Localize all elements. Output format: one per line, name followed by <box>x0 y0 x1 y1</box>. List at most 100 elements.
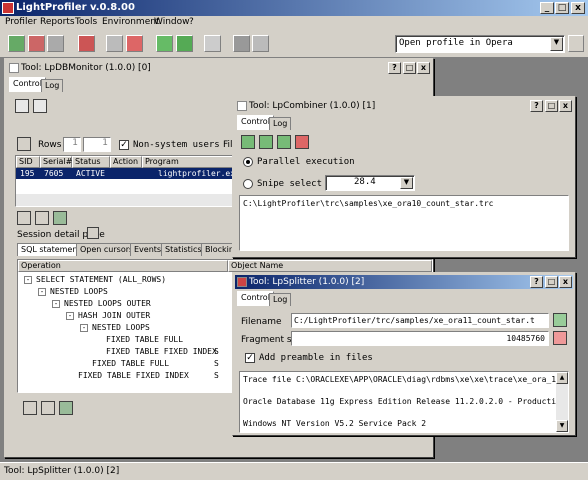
column-operation[interactable]: Operation <box>18 260 228 272</box>
close-profile-icon[interactable] <box>28 35 45 52</box>
close-button[interactable]: x <box>559 100 572 112</box>
snipe-select[interactable]: 28.4 ▼ <box>325 175 415 191</box>
chevron-down-icon[interactable]: ▼ <box>550 37 563 51</box>
rows-input-1[interactable]: 1 <box>63 137 81 152</box>
tab-log[interactable]: Log <box>269 293 292 306</box>
column-object-name[interactable]: Object Name <box>228 260 432 272</box>
vertical-scrollbar[interactable]: ▲ ▼ <box>556 372 568 432</box>
snipe-label: Snipe select <box>257 179 323 189</box>
nonsys-checkbox[interactable]: ✓ <box>119 140 129 150</box>
tree-node[interactable]: NESTED LOOPS <box>50 287 108 296</box>
help-button[interactable]: ? <box>530 100 543 112</box>
tree-node[interactable]: NESTED LOOPS OUTER <box>64 299 151 308</box>
add-icon[interactable] <box>241 135 255 149</box>
column-action[interactable]: Action <box>110 156 142 168</box>
close-button[interactable]: x <box>559 276 572 288</box>
nonsys-label: Non-system users <box>133 140 220 150</box>
tree-node[interactable]: FIXED TABLE FIXED INDEX <box>106 347 217 356</box>
horizontal-scrollbar[interactable] <box>16 194 232 206</box>
collapse-icon[interactable]: - <box>52 300 60 308</box>
tab-sql-statement[interactable]: SQL statement <box>17 243 85 256</box>
merge-icon[interactable] <box>277 135 291 149</box>
browse-icon[interactable] <box>553 313 567 327</box>
tree-node[interactable]: SELECT STATEMENT (ALL_ROWS) <box>36 275 166 284</box>
help-button[interactable]: ? <box>530 276 543 288</box>
plan-icon-2[interactable] <box>41 401 55 415</box>
detail-icon-3[interactable] <box>53 211 67 225</box>
app-title: LightProfiler v.0.8.00 <box>16 2 135 13</box>
column-status[interactable]: Status <box>72 156 110 168</box>
table-row[interactable]: 195 7605 ACTIVE lightprofiler.exe <box>16 168 240 179</box>
maximize-button[interactable]: □ <box>545 276 558 288</box>
file-path[interactable]: C:\LightProfiler\trc\samples\xe_ora10_co… <box>243 199 493 208</box>
collapse-icon[interactable]: - <box>66 312 74 320</box>
plan-icon-1[interactable] <box>23 401 37 415</box>
snipe-radio[interactable] <box>243 179 253 189</box>
forward-icon[interactable] <box>156 35 173 52</box>
toolbar-extra-icon[interactable] <box>568 35 584 52</box>
rows-input-2[interactable]: 1 <box>83 137 111 152</box>
collapse-icon[interactable]: - <box>38 288 46 296</box>
tree-node[interactable]: FIXED TABLE FIXED INDEX <box>78 371 189 380</box>
remove-icon[interactable] <box>126 35 143 52</box>
column-serial[interactable]: Serial# <box>40 156 72 168</box>
plan-icon-3[interactable] <box>59 401 73 415</box>
preamble-checkbox[interactable]: ✓ <box>245 353 255 363</box>
tree-node[interactable]: FIXED TABLE FULL <box>106 335 183 344</box>
maximize-button[interactable]: □ <box>403 62 416 74</box>
tab-statistics[interactable]: Statistics <box>161 243 206 256</box>
collapse-icon[interactable]: - <box>80 324 88 332</box>
chevron-down-icon[interactable]: ▼ <box>400 177 413 189</box>
delete-icon[interactable] <box>78 35 95 52</box>
app-icon <box>2 2 14 14</box>
pin-icon[interactable] <box>87 227 99 239</box>
tab-log[interactable]: Log <box>269 117 292 130</box>
scroll-up-icon[interactable]: ▲ <box>556 372 568 384</box>
maximize-button[interactable]: □ <box>545 100 558 112</box>
tab-events[interactable]: Events <box>130 243 166 256</box>
profile-combo[interactable]: Open profile in Opera ▼ <box>395 35 565 53</box>
menu-window[interactable]: Window <box>154 17 190 27</box>
fragment-input[interactable]: 10485760 <box>291 331 549 346</box>
detail-icon-2[interactable] <box>35 211 49 225</box>
object-cell: S <box>214 371 219 380</box>
stop-icon[interactable] <box>33 99 47 113</box>
maximize-button[interactable]: □ <box>555 2 569 14</box>
tab-log[interactable]: Log <box>41 79 64 92</box>
scroll-down-icon[interactable]: ▼ <box>556 420 568 432</box>
options-icon[interactable] <box>252 35 269 52</box>
detail-icon-1[interactable] <box>17 211 31 225</box>
filename-input[interactable]: C:/LightProfiler/trc/samples/xe_ora11_co… <box>291 313 549 328</box>
copy-icon[interactable] <box>106 35 123 52</box>
help-button[interactable]: ? <box>388 62 401 74</box>
tab-open-cursors[interactable]: Open cursors <box>76 243 138 256</box>
menu-profiler[interactable]: Profiler <box>5 17 37 27</box>
log-line: Trace file C:\ORACLEXE\APP\ORACLE\diag\r… <box>243 375 569 384</box>
column-sid[interactable]: SID <box>16 156 40 168</box>
new-profile-icon[interactable] <box>8 35 25 52</box>
run-icon[interactable] <box>259 135 273 149</box>
minimize-button[interactable]: _ <box>540 2 554 14</box>
settings-icon[interactable] <box>233 35 250 52</box>
save-profile-icon[interactable] <box>47 35 64 52</box>
splitter-window: Tool: LpSplitter (1.0.0) [2] ? □ x Contr… <box>232 272 576 436</box>
next-icon[interactable] <box>176 35 193 52</box>
menu-help[interactable]: ? <box>189 17 194 27</box>
refresh-icon[interactable] <box>15 99 29 113</box>
connect-icon[interactable] <box>17 137 31 151</box>
split-icon[interactable] <box>553 331 567 345</box>
tree-node[interactable]: FIXED TABLE FULL <box>92 359 169 368</box>
close-button[interactable]: x <box>571 2 585 14</box>
menu-environment[interactable]: Environment <box>102 17 159 27</box>
column-program[interactable]: Program <box>142 156 234 168</box>
menu-reports[interactable]: Reports <box>40 17 75 27</box>
collapse-icon[interactable]: - <box>24 276 32 284</box>
menu-tools[interactable]: Tools <box>75 17 97 27</box>
remove-icon[interactable] <box>295 135 309 149</box>
tree-node[interactable]: HASH JOIN OUTER <box>78 311 150 320</box>
close-button[interactable]: x <box>417 62 430 74</box>
tree-node[interactable]: NESTED LOOPS <box>92 323 150 332</box>
edit-icon[interactable] <box>204 35 221 52</box>
parallel-radio[interactable] <box>243 157 253 167</box>
combiner-file-list[interactable]: C:\LightProfiler\trc\samples\xe_ora10_co… <box>239 195 569 251</box>
